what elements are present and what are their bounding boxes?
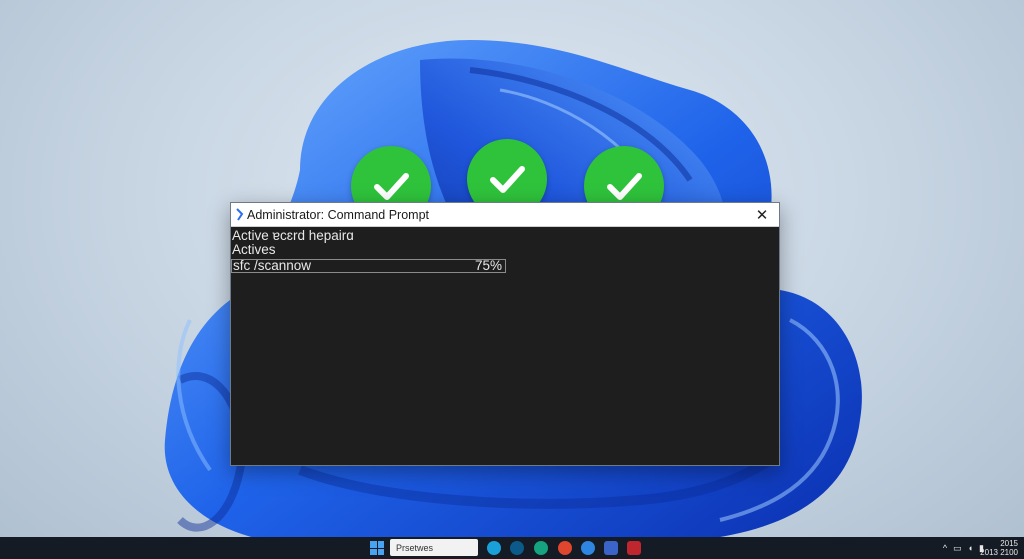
cmd-app-icon — [235, 208, 244, 222]
clock-time: 2015 — [1000, 539, 1018, 548]
taskbar-clock[interactable]: 2015 2013 2100 — [980, 539, 1018, 557]
console-line-1: Active ɐcɛrd hepairɑ — [232, 228, 354, 243]
edge-icon[interactable] — [487, 541, 501, 555]
command-text: sfc /scannow — [233, 258, 312, 273]
store-icon[interactable] — [604, 541, 618, 555]
network-icon[interactable]: ▭ — [953, 543, 962, 554]
command-prompt-window[interactable]: Administrator: Command Prompt ✕ Active ɐ… — [230, 202, 780, 466]
edge-dark-icon[interactable] — [510, 541, 524, 555]
volume-icon[interactable]: ◖ — [968, 543, 973, 554]
close-button[interactable]: ✕ — [745, 203, 779, 226]
chrome-icon[interactable] — [558, 541, 572, 555]
app-red-icon[interactable] — [627, 541, 641, 555]
console-output[interactable]: Active ɐcɛrd hepairɑ Actives sfc /scanno… — [231, 227, 779, 273]
start-button[interactable] — [370, 541, 384, 555]
scan-progress-line: sfc /scannow 75% — [231, 259, 506, 273]
window-titlebar[interactable]: Administrator: Command Prompt ✕ — [231, 203, 779, 227]
checkmark-icon — [490, 166, 525, 193]
taskbar-search-box[interactable]: Prsetwes — [390, 539, 478, 556]
taskbar: Prsetwes ^ ▭ ◖ ▮ 2015 2013 2100 — [0, 537, 1024, 559]
progress-percent: 75% — [474, 258, 502, 273]
console-line-2: Actives — [232, 242, 276, 257]
clock-date: 2013 2100 — [980, 548, 1018, 557]
tray-chevron-icon[interactable]: ^ — [943, 543, 947, 554]
browser-icon[interactable] — [534, 541, 548, 555]
system-tray[interactable]: ^ ▭ ◖ ▮ — [943, 543, 984, 554]
window-title: Administrator: Command Prompt — [247, 207, 430, 222]
search-placeholder: Prsetwes — [396, 542, 434, 553]
edge-blue-icon[interactable] — [581, 541, 595, 555]
